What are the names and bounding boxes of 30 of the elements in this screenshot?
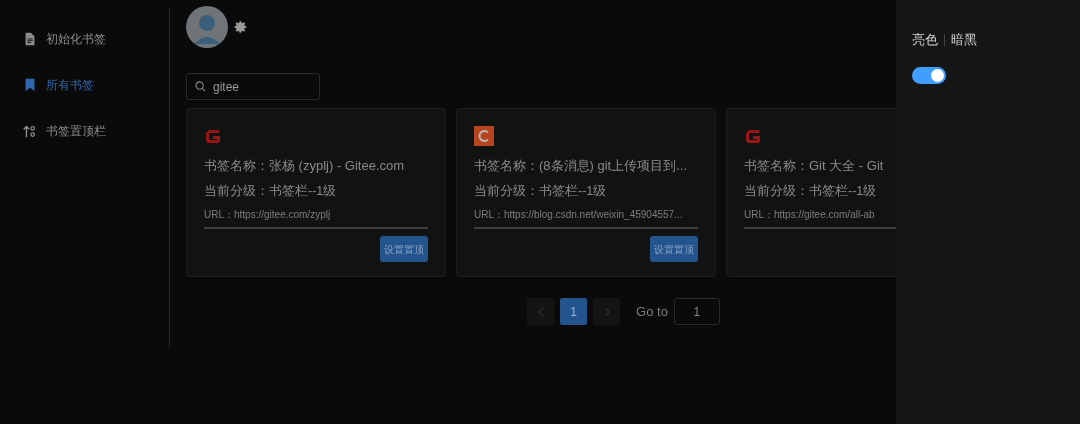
site-logo-icon	[204, 127, 222, 145]
settings-icon[interactable]	[234, 20, 248, 34]
site-logo-icon	[474, 126, 494, 146]
goto-label: Go to	[636, 302, 668, 321]
bookmark-url: URL：https://gitee.com/all-ab	[744, 208, 876, 223]
bookmark-title: 书签名称：(8条消息) git上传项目到...	[474, 157, 689, 175]
theme-option[interactable]: 暗黑	[951, 30, 977, 50]
chevron-left-icon	[537, 306, 544, 317]
bookmark-level: 当前分级：书签栏--1级	[204, 182, 338, 200]
search-icon	[195, 81, 206, 92]
bookmark-level: 当前分级：书签栏--1级	[744, 182, 878, 200]
bookmark-url: URL：https://gitee.com/zyplj	[204, 208, 332, 223]
page-input[interactable]: 1	[673, 298, 720, 325]
bookmark-title: 书签名称：Git 大全 - Git	[744, 157, 885, 175]
theme-option[interactable]: 亮色	[912, 30, 938, 50]
bookmark-title: 书签名称：张杨 (zyplj) - Gitee.com	[204, 157, 406, 175]
pin-button[interactable]: 设置置顶	[650, 236, 698, 263]
chevron-right-icon	[603, 306, 610, 317]
avatar[interactable]	[186, 6, 228, 48]
theme-toggle[interactable]	[912, 66, 946, 84]
bookmark-url: URL：https://blog.csdn.net/weixin_45904557...	[474, 208, 684, 223]
pin-button[interactable]: 设置置顶	[380, 236, 428, 263]
sort-icon	[22, 123, 38, 139]
bookmark-level: 当前分级：书签栏--1级	[474, 182, 608, 200]
sidebar-item[interactable]: 书签置顶栏	[0, 108, 169, 154]
page-button[interactable]: 1	[560, 298, 588, 325]
sidebar-item[interactable]: 所有书签	[0, 62, 169, 108]
search-field[interactable]: gitee	[186, 73, 320, 100]
sidebar-item[interactable]: 初始化书签	[0, 16, 169, 62]
site-logo-icon	[744, 127, 762, 145]
